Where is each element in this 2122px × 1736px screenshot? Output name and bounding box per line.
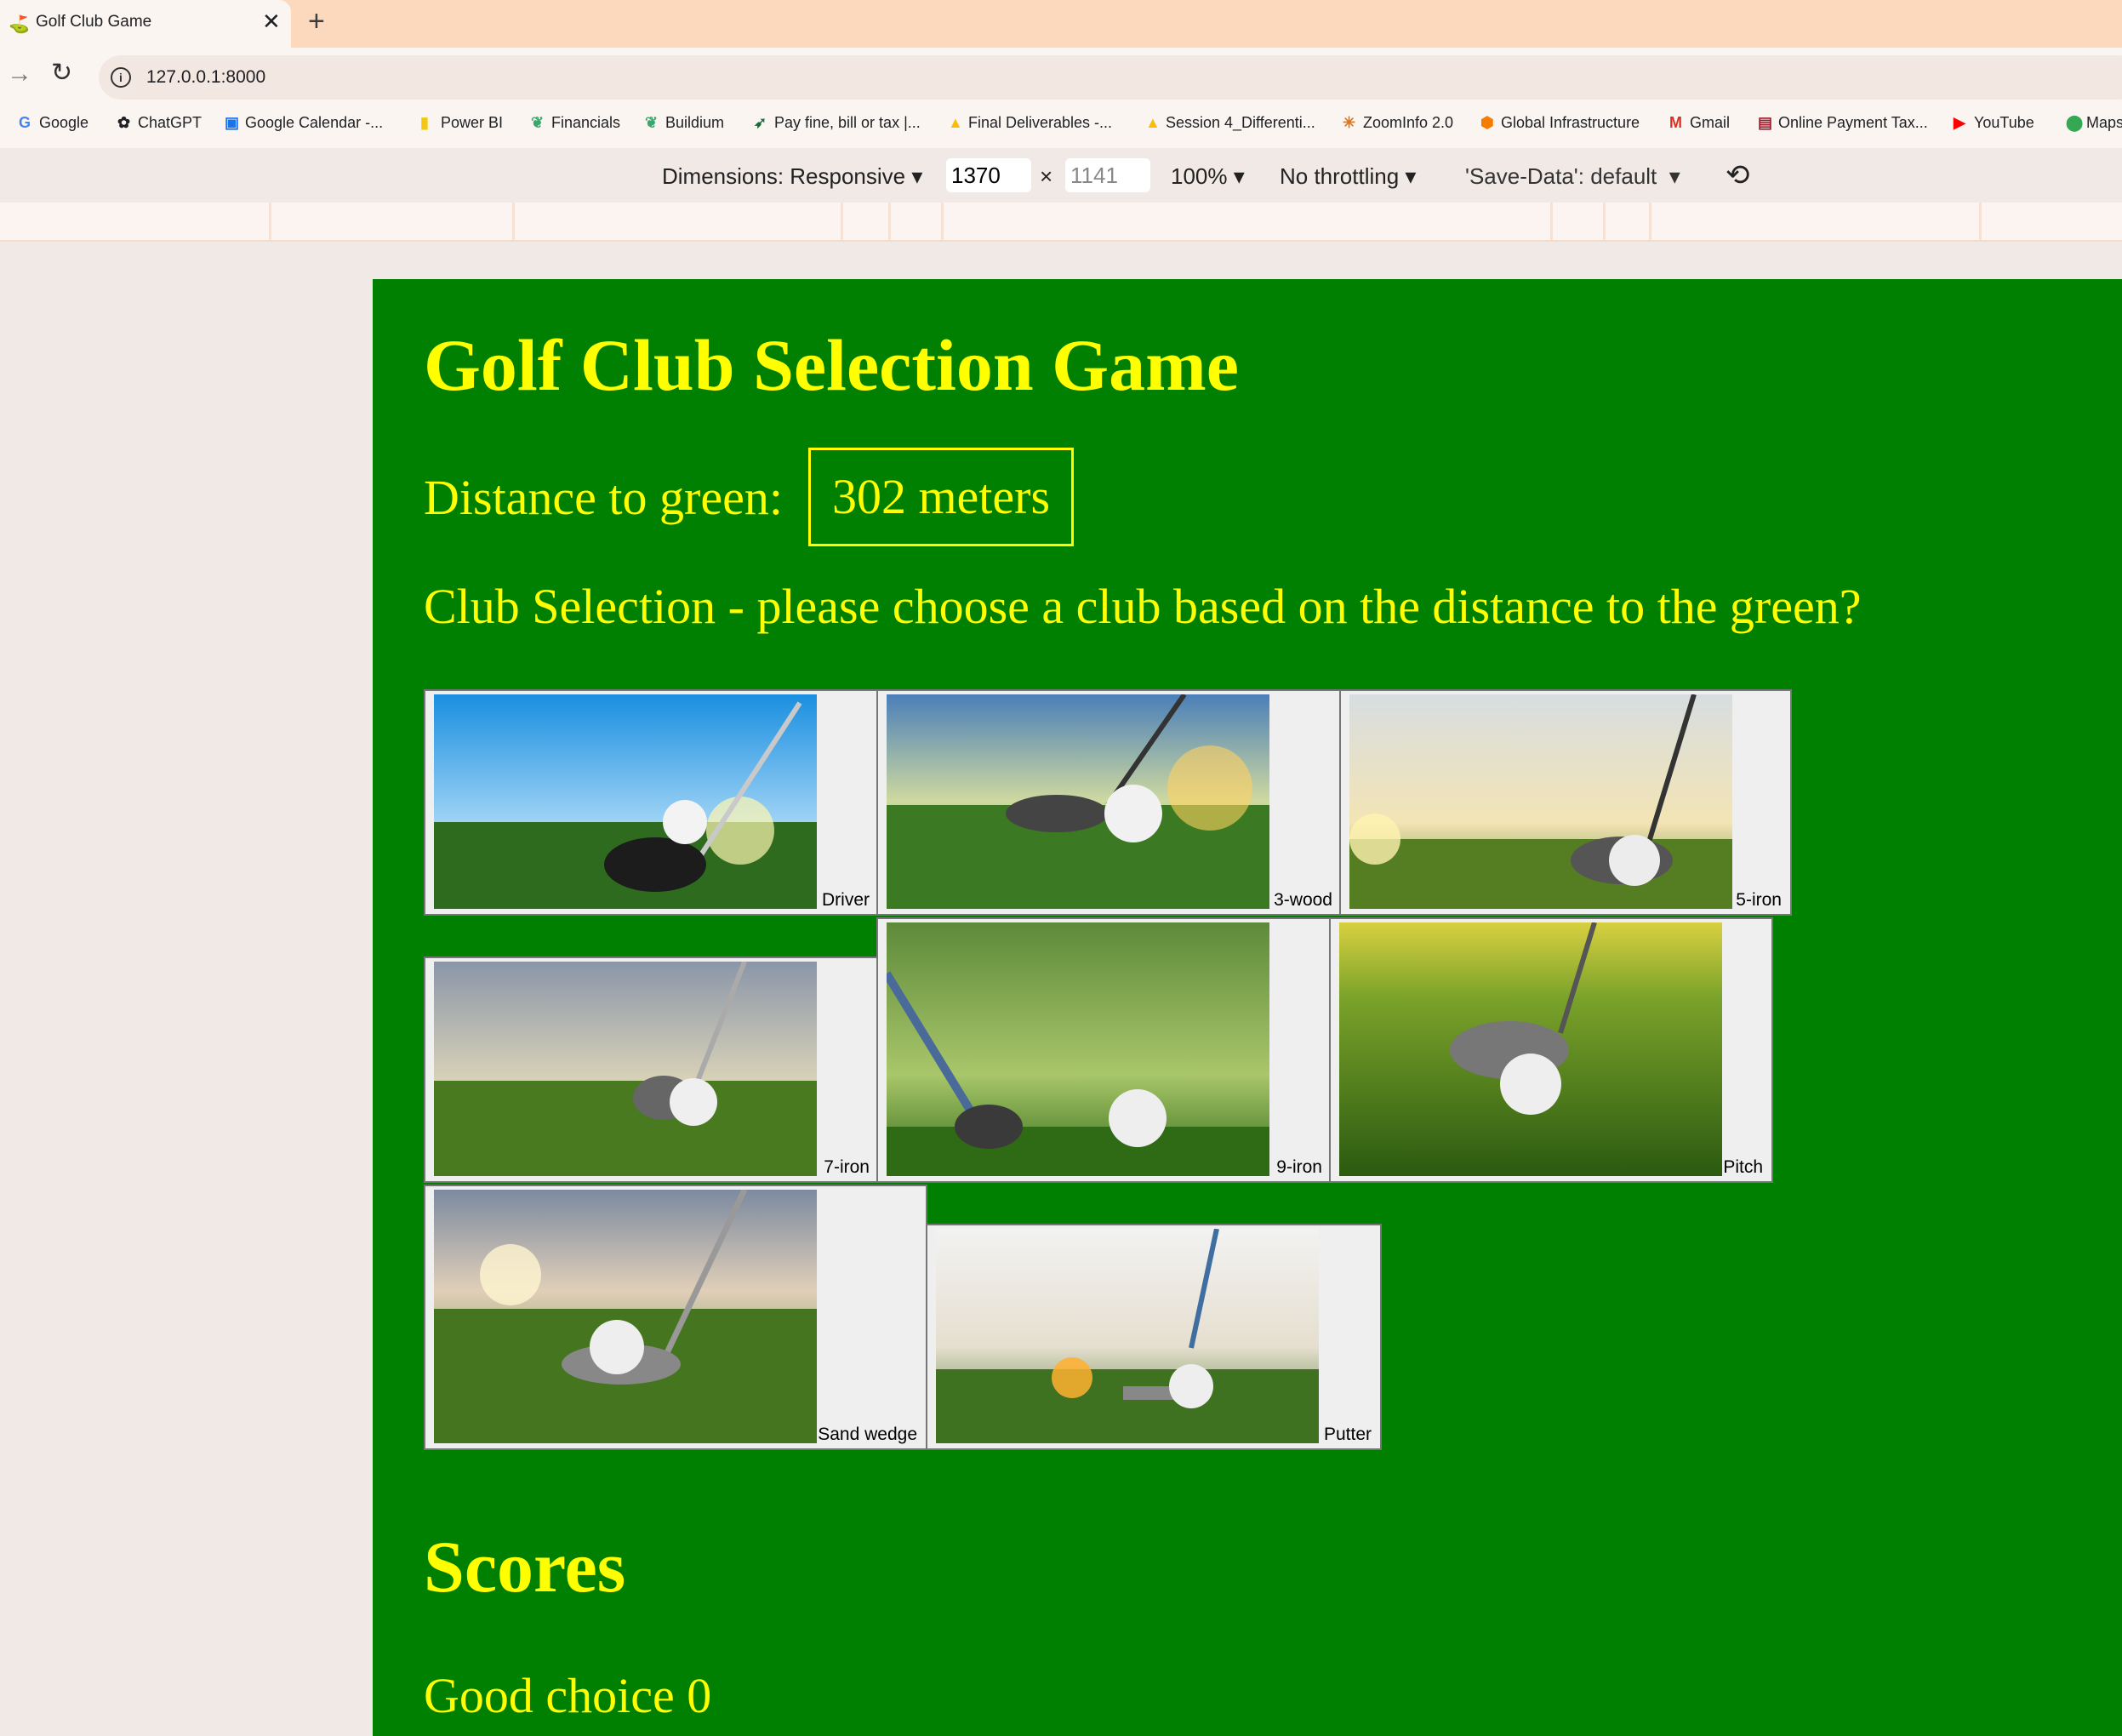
bookmark-power-bi[interactable]: ▮ Power BI	[420, 114, 503, 132]
scores-heading: Scores	[424, 1526, 626, 1608]
club-label: Driver	[822, 890, 870, 910]
ruler-tick	[941, 203, 944, 240]
club-label: 5-iron	[1736, 890, 1782, 910]
club-button-5-iron[interactable]: 5-iron	[1339, 689, 1792, 916]
5-iron-photo	[1349, 694, 1732, 909]
bookmark-final-deliverables[interactable]: ▲ Final Deliverables -...	[948, 114, 1112, 132]
bookmark-youtube[interactable]: ▶ YouTube	[1954, 114, 2034, 132]
club-label: Sand wedge	[818, 1425, 917, 1444]
3-wood-photo	[887, 694, 1269, 909]
9-iron-photo	[887, 922, 1269, 1176]
distance-label: Distance to green:	[424, 470, 783, 525]
bookmark-chatgpt[interactable]: ✿ ChatGPT	[117, 114, 202, 132]
maps-icon: ⬤	[2066, 114, 2084, 131]
address-bar[interactable]: i 127.0.0.1:8000	[99, 55, 2122, 100]
powerbi-icon: ▮	[420, 114, 429, 131]
bird-icon: ➶	[754, 114, 767, 131]
drive-icon: ▲	[1145, 114, 1161, 131]
browser-toolbar: → ↻ i 127.0.0.1:8000	[0, 48, 2122, 107]
club-label: 3-wood	[1274, 890, 1332, 910]
bookmark-gmail[interactable]: M Gmail	[1669, 114, 1730, 132]
club-label: Pitch	[1723, 1157, 1763, 1177]
payment-icon: ▤	[1758, 114, 1773, 131]
bookmark-global-infrastructure[interactable]: ⬢ Global Infrastructure	[1480, 114, 1640, 132]
sand-wedge-photo	[434, 1190, 817, 1443]
ruler-tick	[1979, 203, 1982, 240]
club-label: Putter	[1323, 1425, 1372, 1444]
close-tab-icon[interactable]: ✕	[262, 9, 281, 35]
times-symbol: ×	[1040, 163, 1053, 189]
dimensions-dropdown[interactable]: Dimensions: Responsive ▾	[662, 163, 922, 190]
distance-value: 302 meters	[808, 448, 1074, 546]
browser-tab[interactable]: ⛳ Golf Club Game ✕	[0, 0, 291, 48]
club-button-putter[interactable]: Putter	[926, 1224, 1382, 1450]
tab-title: Golf Club Game	[36, 13, 152, 31]
youtube-icon: ▶	[1954, 114, 1965, 131]
club-button-7-iron[interactable]: 7-iron	[424, 957, 880, 1183]
pitch-photo	[1339, 922, 1722, 1176]
ruler-tick	[1649, 203, 1651, 240]
club-label: 9-iron	[1276, 1157, 1322, 1177]
ruler-tick	[512, 203, 515, 240]
bookmark-financials[interactable]: ❦ Financials	[531, 114, 620, 132]
rotate-icon[interactable]: ⟲	[1726, 158, 1750, 192]
bookmark-zoominfo[interactable]: ✳ ZoomInfo 2.0	[1343, 114, 1453, 132]
ruler-tick	[1603, 203, 1606, 240]
url-text[interactable]: 127.0.0.1:8000	[146, 67, 265, 88]
save-data-dropdown[interactable]: 'Save-Data': default ▾	[1465, 163, 1680, 190]
bookmark-buildium[interactable]: ❦ Buildium	[645, 114, 724, 132]
asterisk-icon: ✳	[1343, 114, 1356, 131]
page-title: Golf Club Selection Game	[424, 324, 1239, 406]
bookmark-pay-fine[interactable]: ➶ Pay fine, bill or tax |...	[754, 114, 921, 132]
club-label: 7-iron	[824, 1157, 870, 1177]
club-button-9-iron[interactable]: 9-iron	[876, 917, 1332, 1183]
chatgpt-icon: ✿	[117, 114, 131, 131]
club-button-sand-wedge[interactable]: Sand wedge	[424, 1185, 927, 1450]
throttling-dropdown[interactable]: No throttling ▾	[1280, 163, 1416, 190]
club-button-3-wood[interactable]: 3-wood	[876, 689, 1343, 916]
drive-icon: ▲	[948, 114, 963, 131]
ruler-tick	[888, 203, 891, 240]
device-toolbar: Dimensions: Responsive ▾ 1370 × 1141 100…	[0, 148, 2122, 203]
new-tab-icon[interactable]: +	[308, 5, 325, 38]
cube-icon: ⬢	[1480, 114, 1494, 131]
gmail-icon: M	[1669, 114, 1682, 131]
google-icon: G	[19, 114, 31, 131]
calendar-icon: ▣	[225, 114, 240, 131]
driver-photo	[434, 694, 817, 909]
bookmark-maps[interactable]: ⬤ Maps	[2066, 114, 2122, 132]
golfer-favicon-icon: ⛳	[9, 15, 30, 34]
bookmark-session-4[interactable]: ▲ Session 4_Differenti...	[1145, 114, 1315, 132]
height-input[interactable]: 1141	[1065, 158, 1150, 192]
leaf-icon: ❦	[531, 114, 545, 131]
ruler-tick	[269, 203, 271, 240]
7-iron-photo	[434, 962, 817, 1176]
bookmark-online-payment[interactable]: ▤ Online Payment Tax...	[1758, 114, 1928, 132]
club-selection-prompt: Club Selection - please choose a club ba…	[424, 579, 1862, 634]
width-input[interactable]: 1370	[946, 158, 1031, 192]
forward-arrow-icon[interactable]: →	[7, 60, 32, 89]
club-button-driver[interactable]: Driver	[424, 689, 880, 916]
putter-photo	[936, 1229, 1319, 1443]
good-choice-score: Good choice 0	[424, 1668, 712, 1723]
tab-bar: ⛳ Golf Club Game ✕ +	[0, 0, 2122, 48]
game-page: Golf Club Selection Game Distance to gre…	[373, 279, 2122, 1736]
ruler-tick	[841, 203, 843, 240]
club-button-pitch[interactable]: Pitch	[1329, 917, 1773, 1183]
site-info-icon[interactable]: i	[111, 67, 131, 88]
bookmark-google-calendar[interactable]: ▣ Google Calendar -...	[225, 114, 383, 132]
zoom-dropdown[interactable]: 100% ▾	[1171, 163, 1245, 190]
bookmarks-bar: G Google ✿ ChatGPT ▣ Google Calendar -... ▮…	[0, 107, 2122, 148]
bookmark-google[interactable]: G Google	[19, 114, 88, 132]
leaf-icon: ❦	[645, 114, 659, 131]
media-query-ruler[interactable]	[0, 203, 2122, 242]
ruler-tick	[1550, 203, 1553, 240]
reload-icon[interactable]: ↻	[51, 58, 72, 88]
